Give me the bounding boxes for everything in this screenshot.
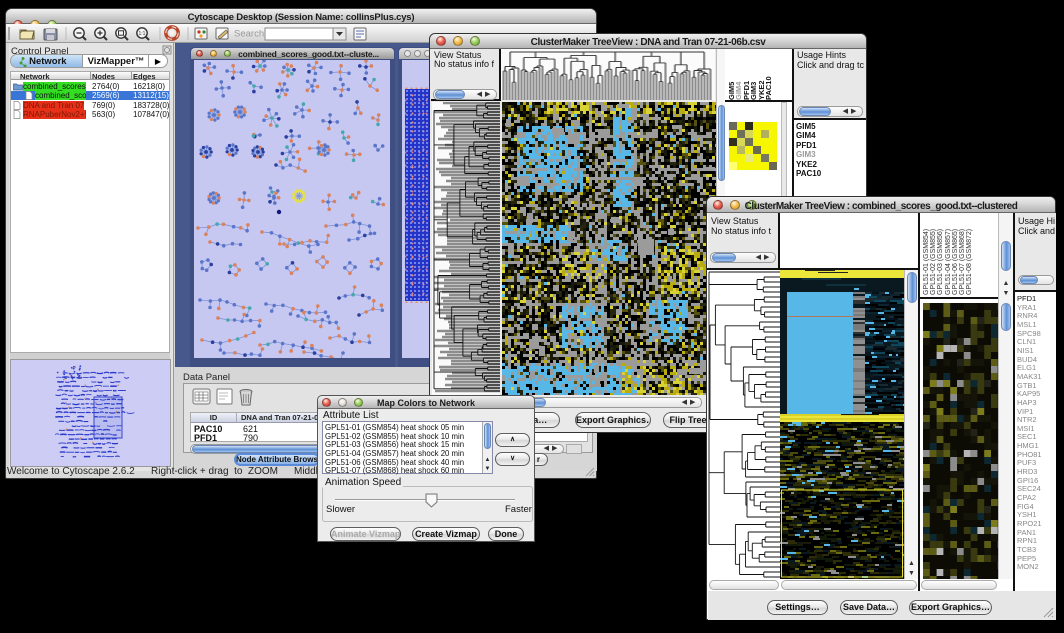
svg-text:1:1: 1:1 [139, 31, 146, 37]
svg-text:Search:: Search: [234, 29, 267, 40]
